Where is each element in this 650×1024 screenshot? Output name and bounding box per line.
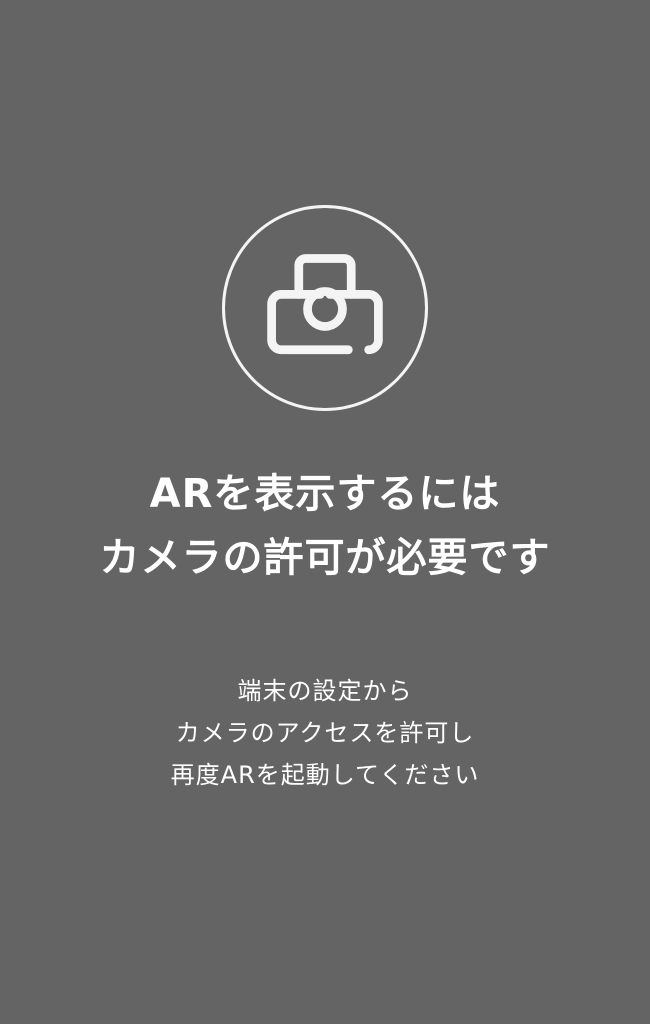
camera-permission-badge [222,205,428,411]
permission-heading: ARを表示するには カメラの許可が必要です [0,462,650,590]
heading-line-1: ARを表示するには [149,471,501,517]
instruction-line-1: 端末の設定から [237,677,413,705]
instruction-line-3: 再度ARを起動してください [170,761,480,789]
instruction-line-2: カメラのアクセスを許可し [175,719,475,747]
camera-icon [267,254,383,355]
heading-line-2: カメラの許可が必要です [99,535,551,581]
permission-instructions: 端末の設定から カメラのアクセスを許可し 再度ARを起動してください [0,670,650,796]
